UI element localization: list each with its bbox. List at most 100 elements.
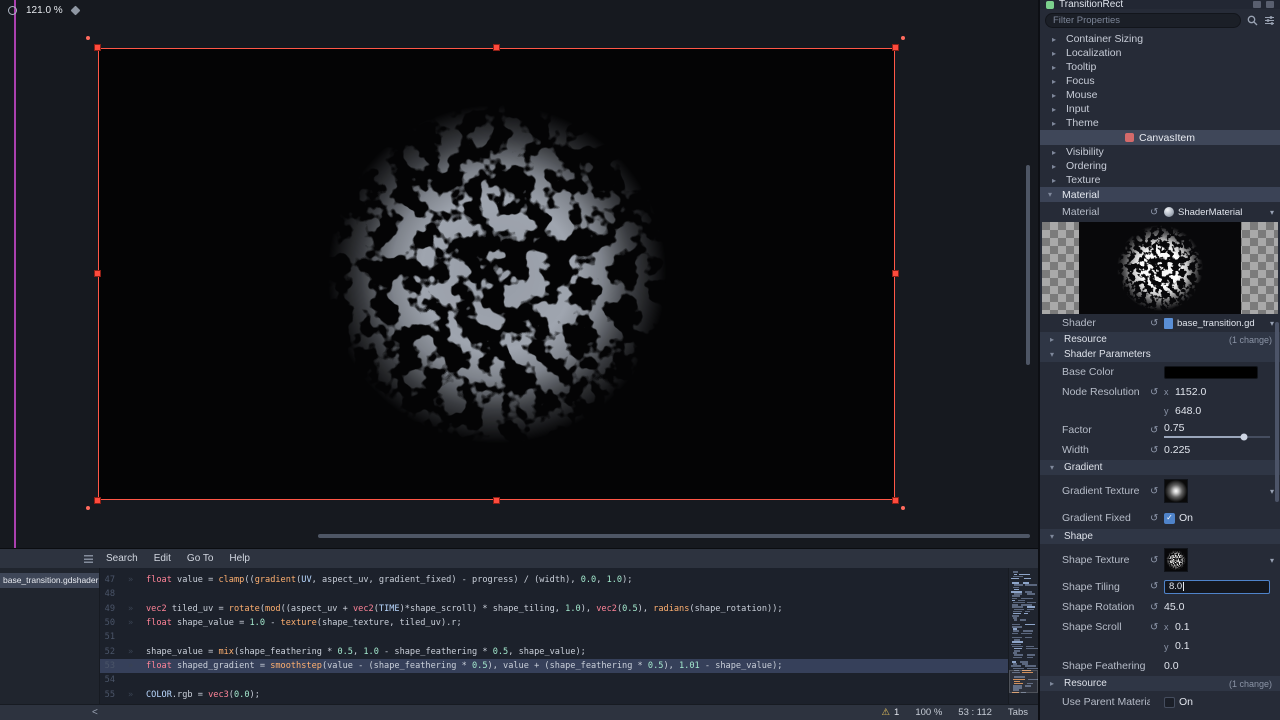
section-localization[interactable]: ▸ Localization xyxy=(1040,46,1280,60)
section-focus[interactable]: ▸ Focus xyxy=(1040,74,1280,88)
editor-zoom[interactable]: 100 % xyxy=(915,707,942,718)
minimap-viewport-box[interactable] xyxy=(1009,670,1038,693)
code-line-47[interactable]: 47» float value = clamp((gradient(UV, asp… xyxy=(100,573,1008,587)
shape-feathering-field[interactable]: 0.0 xyxy=(1164,660,1274,672)
scene-canvas[interactable] xyxy=(98,48,895,500)
inspector-scrollbar[interactable] xyxy=(1275,322,1279,502)
filter-properties-input[interactable]: Filter Properties xyxy=(1045,13,1241,28)
section-visibility[interactable]: ▸ Visibility xyxy=(1040,145,1280,159)
section-container-sizing[interactable]: ▸ Container Sizing xyxy=(1040,32,1280,46)
menu-go-to[interactable]: Go To xyxy=(179,553,222,564)
node-resolution-x-field[interactable]: x 1152.0 xyxy=(1164,386,1274,398)
history-icon[interactable] xyxy=(1253,1,1261,8)
shader-file-tab[interactable]: base_transition.gdshader xyxy=(0,573,99,588)
chevron-down-icon[interactable]: ▾ xyxy=(1270,319,1274,328)
section-resource-2[interactable]: ▸ Resource (1 change) xyxy=(1040,676,1280,691)
rotate-handle-bottom-right[interactable] xyxy=(901,506,905,510)
revert-icon[interactable]: ↺ xyxy=(1150,445,1164,456)
code-line-52[interactable]: 52» shape_value = mix (shape_feathering * … xyxy=(100,644,1008,658)
zoom-level-button[interactable]: 121.0 % xyxy=(26,5,63,16)
node-resolution-y-field[interactable]: y 648.0 xyxy=(1164,405,1274,417)
rotate-handle-top-left[interactable] xyxy=(86,36,90,40)
section-input[interactable]: ▸ Input xyxy=(1040,102,1280,116)
collapse-files-button[interactable]: < xyxy=(92,707,98,718)
scale-handle-bottom-middle[interactable] xyxy=(493,497,500,504)
factor-field[interactable]: 0.75 xyxy=(1164,422,1274,440)
section-shape[interactable]: ▾ Shape xyxy=(1040,529,1280,544)
slider-grabber[interactable] xyxy=(1240,433,1247,440)
code-editor[interactable]: 47» float value = clamp((gradient(UV, asp… xyxy=(100,568,1008,704)
section-ordering[interactable]: ▸ Ordering xyxy=(1040,159,1280,173)
revert-icon[interactable]: ↺ xyxy=(1150,581,1164,592)
caret-position[interactable]: 53 : 112 xyxy=(958,707,992,718)
gradient-texture-thumbnail[interactable] xyxy=(1164,479,1188,503)
revert-icon[interactable]: ↺ xyxy=(1150,555,1164,566)
revert-icon[interactable]: ↺ xyxy=(1150,387,1164,398)
rotate-handle-bottom-left[interactable] xyxy=(86,506,90,510)
scale-handle-top-right[interactable] xyxy=(892,44,899,51)
code-minimap[interactable] xyxy=(1008,568,1038,704)
section-shader-parameters[interactable]: ▾ Shader Parameters xyxy=(1040,347,1280,362)
revert-icon[interactable]: ↺ xyxy=(1150,622,1164,633)
editor-status-bar: < ⚠ 1 100 % 53 : 112 Tabs xyxy=(0,704,1038,720)
shape-scroll-x-field[interactable]: x 0.1 xyxy=(1164,621,1274,633)
gradient-fixed-checkbox[interactable]: ✓ xyxy=(1164,512,1175,524)
viewport-hscrollbar[interactable] xyxy=(318,534,1030,538)
code-line-53[interactable]: 53» float shaped_gradient = smoothstep (va… xyxy=(100,658,1008,674)
scale-handle-middle-right[interactable] xyxy=(892,270,899,277)
search-icon[interactable] xyxy=(1247,15,1258,26)
scale-handle-middle-left[interactable] xyxy=(94,270,101,277)
scale-handle-top-middle[interactable] xyxy=(493,44,500,51)
scale-handle-top-left[interactable] xyxy=(94,44,101,51)
shape-rotation-field[interactable]: 45.0 xyxy=(1164,601,1274,613)
shader-value[interactable]: base_transition.gd ▾ xyxy=(1164,317,1274,329)
factor-slider[interactable] xyxy=(1164,433,1270,440)
shape-scroll-y-field[interactable]: y 0.1 xyxy=(1164,641,1274,652)
revert-icon[interactable]: ↺ xyxy=(1150,486,1164,497)
viewport-vscrollbar[interactable] xyxy=(1026,165,1030,365)
base-color-swatch[interactable] xyxy=(1164,365,1258,379)
inspector-menu-icon[interactable] xyxy=(1266,1,1274,8)
revert-icon[interactable]: ↺ xyxy=(1150,207,1164,218)
code-line-51[interactable]: 51 xyxy=(100,630,1008,644)
revert-icon[interactable]: ↺ xyxy=(1150,513,1164,524)
section-resource[interactable]: ▸ Resource (1 change) xyxy=(1040,332,1280,347)
section-theme[interactable]: ▸ Theme xyxy=(1040,116,1280,130)
chevron-down-icon[interactable]: ▾ xyxy=(1270,556,1274,565)
section-gradient[interactable]: ▾ Gradient xyxy=(1040,460,1280,475)
chevron-down-icon[interactable]: ▾ xyxy=(1270,208,1274,217)
section-mouse[interactable]: ▸ Mouse xyxy=(1040,88,1280,102)
chevron-down-icon[interactable]: ▾ xyxy=(1270,487,1274,496)
rotate-handle-top-right[interactable] xyxy=(901,36,905,40)
revert-icon[interactable]: ↺ xyxy=(1150,602,1164,613)
section-tooltip[interactable]: ▸ Tooltip xyxy=(1040,60,1280,74)
revert-icon[interactable]: ↺ xyxy=(1150,318,1164,329)
section-material[interactable]: ▾ Material xyxy=(1040,187,1280,202)
material-value[interactable]: ShaderMaterial ▾ xyxy=(1164,207,1274,218)
view-menu-icon[interactable] xyxy=(8,6,17,15)
scale-handle-bottom-left[interactable] xyxy=(94,497,101,504)
menu-help[interactable]: Help xyxy=(221,553,258,564)
property-filter-icon[interactable] xyxy=(1264,15,1275,26)
shape-texture-thumbnail[interactable] xyxy=(1164,548,1188,572)
revert-icon[interactable]: ↺ xyxy=(1150,425,1164,436)
section-texture[interactable]: ▸ Texture xyxy=(1040,173,1280,187)
width-field[interactable]: 0.225 xyxy=(1164,444,1274,456)
indent-mode[interactable]: Tabs xyxy=(1008,707,1028,718)
ruler-guide[interactable] xyxy=(14,0,16,548)
material-preview[interactable] xyxy=(1042,222,1278,314)
warnings-indicator[interactable]: ⚠ 1 xyxy=(882,707,900,718)
use-parent-material-checkbox[interactable] xyxy=(1164,696,1175,708)
code-line-54[interactable]: 54 xyxy=(100,673,1008,687)
scale-handle-bottom-right[interactable] xyxy=(892,497,899,504)
file-list-icon[interactable] xyxy=(84,554,93,563)
code-line-49[interactable]: 49» vec2 tiled_uv = rotate(mod ((aspect_uv… xyxy=(100,602,1008,616)
shape-tiling-input[interactable]: 8.0 xyxy=(1164,579,1270,594)
code-line-50[interactable]: 50» float shape_value = 1.0 - texture (sha… xyxy=(100,616,1008,630)
2d-viewport[interactable]: 121.0 % xyxy=(0,0,1038,548)
code-line-55[interactable]: 55» COLOR .rgb = vec3(0.0); xyxy=(100,687,1008,701)
code-line-48[interactable]: 48 xyxy=(100,587,1008,601)
snap-icon[interactable] xyxy=(70,5,81,16)
menu-edit[interactable]: Edit xyxy=(146,553,179,564)
menu-search[interactable]: Search xyxy=(98,553,146,564)
